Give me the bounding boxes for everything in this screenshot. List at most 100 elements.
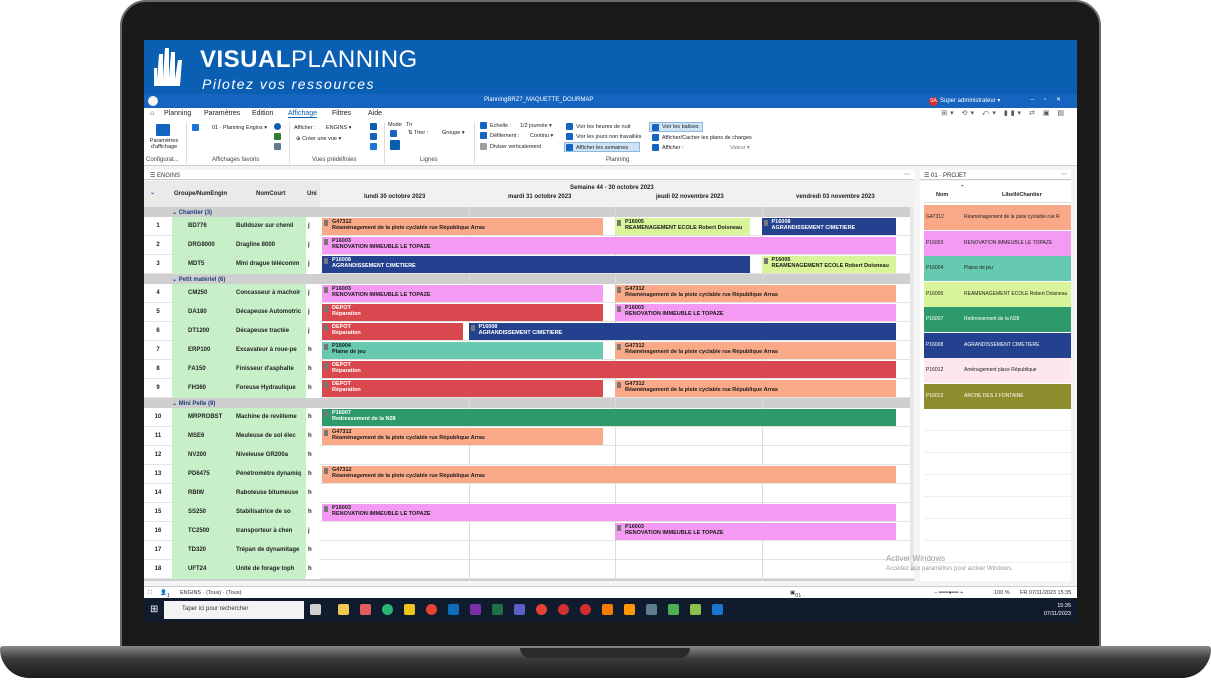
group-row[interactable]: ⌄ Mini Pelle (9) [144,398,914,408]
system-tray-clock[interactable]: 15:35 07/11/2023 [1044,602,1071,618]
project-row[interactable]: P16013 ARCHE DES 3 FONTAINE [924,383,1071,409]
filter-icon[interactable]: ⛶ [148,590,152,597]
group-row[interactable]: ⌄ Pelle (3) [144,579,914,581]
app-icon[interactable] [624,604,635,615]
table-row[interactable]: 18 UFT24 Unité de forage toph h [144,560,914,579]
project-row[interactable]: G47312 Réaménagement de la piste cyclable… [924,205,1071,230]
delete-favorite-icon[interactable] [274,143,281,150]
sort-up-icon[interactable]: ⌃ [960,185,965,191]
trier-select[interactable]: Groupe ▾ [442,130,465,136]
excel-icon[interactable] [492,604,503,615]
afficher2-select[interactable]: Valeur ▾ [730,145,750,151]
task-bar[interactable]: P16003 RENOVATION IMMEUBLE LE TOPAZE [322,285,604,302]
display-settings-icon[interactable] [156,124,170,136]
favorites-select[interactable]: 01 · Planning Engins ▾ [212,125,267,131]
task-bar[interactable]: P16007 Redressement de la N28 [322,409,897,426]
split-vertical-button[interactable]: Diviser verticalement [490,144,541,150]
menu-aide[interactable]: Aide [368,110,382,117]
app-icon[interactable] [580,604,591,615]
create-view-button[interactable]: ⊕ Créer une vue ▾ [296,136,341,142]
task-bar[interactable]: P16003 RENOVATION IMMEUBLE LE TOPAZE [615,304,897,321]
table-row[interactable]: 17 TD320 Trépan de dynamitage h [144,541,914,560]
task-bar[interactable]: G47312 Réaménagement de la piste cyclable… [322,428,604,445]
task-bar[interactable]: P16008 AGRANDISSEMENT CIMETIERE [761,218,897,235]
app-icon[interactable] [690,604,701,615]
view-add-icon[interactable] [370,123,377,130]
windows-start-icon[interactable]: ⊞ [150,604,158,615]
task-bar[interactable]: DEPOT Réparation [322,380,604,397]
share-icon[interactable] [390,140,400,150]
group-row[interactable]: ⌄ Petit matériel (6) [144,274,914,284]
chrome-icon[interactable] [426,604,437,615]
task-bar[interactable]: P16003 RENOVATION IMMEUBLE LE TOPAZE [322,237,897,254]
defilement-select[interactable]: Continu ▾ [530,133,553,139]
echelle-select[interactable]: 1/2 journée ▾ [520,123,552,129]
panel-menu-icon[interactable]: ⋯ [1061,171,1067,178]
user-menu[interactable]: SA Super administrateur ▾ [929,97,1000,106]
task-view-icon[interactable] [310,604,321,615]
group-row[interactable]: ⌄ Chantier (3) [144,207,914,217]
window-controls[interactable]: –▫✕ [1031,96,1072,103]
task-bar[interactable]: G47312 Réaménagement de la piste cyclable… [615,285,897,302]
app-icon[interactable] [148,96,158,106]
file-explorer-icon[interactable] [338,604,349,615]
task-bar[interactable]: P16003 RENOVATION IMMEUBLE LE TOPAZE [615,523,897,540]
project-row[interactable]: P16003 RENOVATION IMMEUBLE LE TOPAZE [924,230,1071,256]
menu-edition[interactable]: Edition [252,110,273,117]
save-favorite-icon[interactable] [274,133,281,140]
onenote-icon[interactable] [470,604,481,615]
panel-menu-icon[interactable]: ⋯ [904,171,910,178]
project-code-header[interactable]: Nom [936,192,948,198]
view-delete-icon[interactable] [370,143,377,150]
task-bar[interactable]: P16005 REAMENAGEMENT ECOLE Robert Doisnea… [615,218,750,235]
menu-filtres[interactable]: Filtres [332,110,351,117]
table-row[interactable]: 12 NV200 Niveleuse GR200a h [144,446,914,465]
edge-icon[interactable] [382,604,393,615]
display-settings-button[interactable]: Paramètres d'affichage [146,138,182,150]
vertical-scrollbar[interactable] [910,207,914,571]
project-row[interactable]: P16008 AGRANDISSEMENT CIMETIERE [924,332,1071,358]
taskbar-search[interactable]: Taper ici pour rechercher [164,601,304,619]
project-row[interactable]: P16012 Aménagement place République [924,358,1071,383]
outlook-icon[interactable] [448,604,459,615]
mode-icon[interactable] [390,130,397,137]
task-bar[interactable]: G47312 Réaménagement de la piste cyclable… [615,342,897,359]
home-icon[interactable]: ⌂ [150,110,154,117]
project-row[interactable]: P16007 Redressement de la N28 [924,307,1071,332]
menu-parametres[interactable]: Paramètres [204,110,240,117]
app-icon[interactable] [668,604,679,615]
task-bar[interactable]: G47312 Réaménagement de la piste cyclable… [322,218,604,235]
group-column-header[interactable]: Groupe/NumEngin [172,181,234,207]
files-icon[interactable] [404,604,415,615]
project-label-header[interactable]: LibelléChantier [1002,192,1042,198]
project-row[interactable]: P16005 REAMENAGEMENT ECOLE Robert Doisnea… [924,281,1071,307]
task-bar[interactable]: G47312 Réaménagement de la piste cyclable… [615,380,897,397]
task-bar[interactable]: P16008 AGRANDISSEMENT CIMETIERE [322,256,750,273]
chrome-icon[interactable] [536,604,547,615]
expand-column-header[interactable]: ⌄ [144,181,172,207]
task-bar[interactable]: G47312 Réaménagement de la piste cyclable… [322,466,897,483]
teams-icon[interactable] [514,604,525,615]
task-bar[interactable]: DEPOT Réparation [322,361,897,378]
zoom-slider[interactable]: − ━━━●━━ + [934,590,963,596]
app-icon[interactable] [602,604,613,615]
visualplanning-taskbar-icon[interactable] [712,604,723,615]
task-bar[interactable]: P16008 AGRANDISSEMENT CIMETIERE [468,323,897,340]
view-save-icon[interactable] [370,133,377,140]
project-row[interactable]: P16004 Plaine de jeu [924,256,1071,281]
table-row[interactable]: 14 RBIW Raboteuse bitumeuse h [144,484,914,503]
app-icon[interactable] [646,604,657,615]
unit-column-header[interactable]: Uni [306,181,320,207]
app-icon[interactable] [360,604,371,615]
task-bar[interactable]: P16004 Plaine de jeu [322,342,604,359]
task-bar[interactable]: DEPOT Réparation [322,304,604,321]
charge-plans-toggle[interactable]: Afficher/Cacher les plans de charges [662,135,752,141]
task-bar[interactable]: DEPOT Réparation [322,323,463,340]
non-working-days-toggle[interactable]: Voir les jours non travaillés [576,134,641,140]
afficher-select[interactable]: ENGINS ▾ [326,125,351,131]
name-column-header[interactable]: NomCourt [234,181,306,207]
add-favorite-icon[interactable] [274,123,281,130]
app-icon[interactable] [558,604,569,615]
night-hours-toggle[interactable]: Voir les heures de nuit [576,124,630,130]
task-bar[interactable]: P16005 REAMENAGEMENT ECOLE Robert Doisnea… [761,256,897,273]
